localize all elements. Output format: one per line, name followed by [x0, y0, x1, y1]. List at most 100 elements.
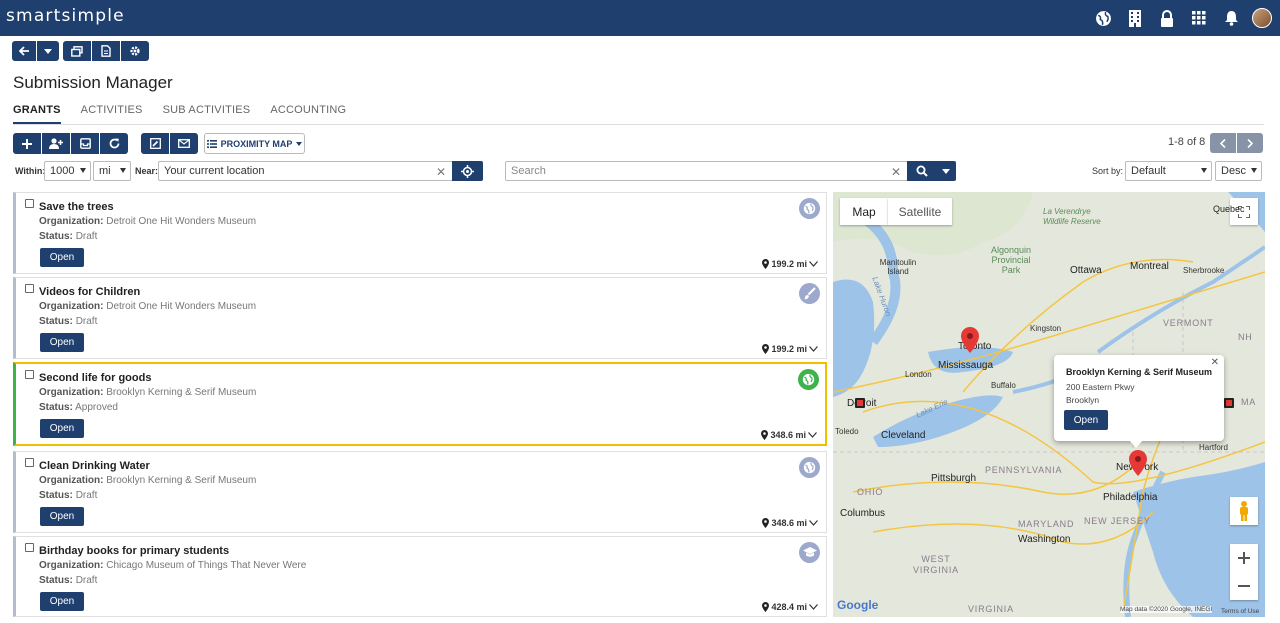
distance-value: 348.6 mi — [770, 430, 806, 440]
building-icon[interactable] — [1124, 7, 1146, 29]
search-button[interactable] — [907, 161, 936, 181]
add-button[interactable] — [13, 133, 41, 154]
record-card[interactable]: Videos for Children Organization: Detroi… — [13, 277, 827, 359]
map-terms-link[interactable]: Terms of Use — [1221, 608, 1259, 615]
history-dropdown-button[interactable] — [37, 41, 59, 61]
map-marker[interactable] — [855, 398, 865, 410]
view-selector-dropdown[interactable]: PROXIMITY MAP — [204, 133, 305, 154]
clear-search-icon[interactable]: ✕ — [891, 165, 901, 179]
email-button[interactable] — [170, 133, 198, 154]
record-card[interactable]: Clean Drinking Water Organization: Brook… — [13, 451, 827, 533]
expand-chevron-icon[interactable] — [809, 604, 818, 610]
record-organization: Organization: Detroit One Hit Wonders Mu… — [39, 301, 256, 312]
map-view-tab[interactable]: Map — [840, 198, 888, 225]
status-value: Approved — [75, 402, 118, 413]
back-button[interactable] — [12, 41, 36, 61]
expand-chevron-icon[interactable] — [809, 261, 818, 267]
record-title[interactable]: Save the trees — [39, 201, 114, 213]
map-place-label: MA — [1241, 397, 1257, 407]
sort-order-select[interactable]: Desc — [1215, 161, 1262, 181]
sort-by-select[interactable]: Default — [1125, 161, 1212, 181]
record-checkbox[interactable] — [25, 458, 34, 467]
zoom-controls — [1230, 544, 1258, 600]
record-status: Status: Draft — [39, 231, 97, 242]
app-logo[interactable]: smartsimple — [6, 6, 125, 26]
open-button[interactable]: Open — [40, 592, 84, 611]
proximity-map[interactable]: Map Satellite Quebec La Verendrye Wildli… — [833, 192, 1265, 617]
map-place-label: MARYLAND — [1018, 519, 1075, 529]
settings-button[interactable] — [121, 41, 149, 61]
record-title[interactable]: Birthday books for primary students — [39, 545, 229, 557]
zoom-out-button[interactable] — [1238, 572, 1250, 600]
record-checkbox[interactable] — [25, 370, 34, 379]
organization-value: Detroit One Hit Wonders Museum — [106, 301, 257, 312]
organization-label: Organization: — [39, 216, 104, 227]
expand-chevron-icon[interactable] — [809, 520, 818, 526]
globe-icon[interactable] — [1092, 7, 1114, 29]
lock-icon[interactable] — [1156, 7, 1178, 29]
tab-grants[interactable]: GRANTS — [13, 104, 61, 124]
bell-icon[interactable] — [1220, 7, 1242, 29]
user-avatar[interactable] — [1252, 8, 1272, 28]
record-title[interactable]: Clean Drinking Water — [39, 460, 150, 472]
globe-icon — [798, 369, 819, 390]
refresh-button[interactable] — [100, 133, 128, 154]
record-status: Status: Draft — [39, 316, 97, 327]
record-checkbox[interactable] — [25, 543, 34, 552]
document-button[interactable] — [92, 41, 120, 61]
add-user-button[interactable] — [42, 133, 70, 154]
record-card[interactable]: Birthday books for primary students Orga… — [13, 536, 827, 617]
open-button[interactable]: Open — [40, 507, 84, 526]
map-place-label: Manitoulin Island — [879, 258, 917, 276]
search-options-dropdown[interactable] — [935, 161, 956, 181]
organization-label: Organization: — [39, 387, 104, 398]
edit-button[interactable] — [141, 133, 169, 154]
tab-accounting[interactable]: ACCOUNTING — [270, 104, 346, 124]
satellite-view-tab[interactable]: Satellite — [888, 198, 952, 225]
status-value: Draft — [75, 231, 98, 242]
map-place-label: NEW JERSEY — [1084, 516, 1151, 526]
open-button[interactable]: Open — [40, 248, 84, 267]
expand-chevron-icon[interactable] — [808, 432, 817, 438]
map-marker[interactable] — [1129, 450, 1147, 476]
map-place-label: Mississauga — [938, 360, 994, 371]
popup-open-button[interactable]: Open — [1064, 410, 1108, 430]
next-page-button[interactable] — [1237, 133, 1263, 153]
search-input[interactable]: Search ✕ — [505, 161, 908, 181]
record-checkbox[interactable] — [25, 199, 34, 208]
status-label: Status: — [39, 231, 73, 242]
tab-sub-activities[interactable]: SUB ACTIVITIES — [163, 104, 251, 124]
distance-unit-select[interactable]: mi — [93, 161, 131, 181]
map-place-label: Ottawa — [1070, 265, 1102, 276]
within-distance-select[interactable]: 1000 — [44, 161, 91, 181]
clear-location-icon[interactable]: ✕ — [436, 165, 446, 179]
distance-value: 199.2 mi — [771, 259, 807, 269]
map-marker[interactable] — [961, 327, 979, 353]
plus-icon — [1238, 552, 1250, 564]
chevron-down-icon — [941, 168, 950, 174]
apps-grid-icon[interactable] — [1188, 7, 1210, 29]
map-marker[interactable] — [1224, 398, 1234, 410]
locate-me-button[interactable] — [452, 161, 483, 181]
near-location-input[interactable]: Your current location ✕ — [158, 161, 453, 181]
street-view-pegman[interactable] — [1230, 497, 1258, 525]
record-status: Status: Approved — [39, 402, 118, 413]
record-checkbox[interactable] — [25, 284, 34, 293]
archive-button[interactable] — [71, 133, 99, 154]
zoom-in-button[interactable] — [1238, 544, 1250, 572]
record-distance: 428.4 mi — [762, 602, 818, 612]
open-button[interactable]: Open — [40, 419, 84, 438]
new-window-button[interactable] — [63, 41, 91, 61]
map-place-label: VIRGINIA — [968, 604, 1014, 614]
tab-activities[interactable]: ACTIVITIES — [81, 104, 143, 124]
brush-icon — [799, 283, 820, 304]
record-card[interactable]: Save the trees Organization: Detroit One… — [13, 192, 827, 274]
expand-chevron-icon[interactable] — [809, 346, 818, 352]
previous-page-button[interactable] — [1210, 133, 1236, 153]
top-navigation-bar: smartsimple — [0, 0, 1280, 36]
record-card-selected[interactable]: Second life for goods Organization: Broo… — [13, 362, 827, 446]
record-title[interactable]: Videos for Children — [39, 286, 140, 298]
open-button[interactable]: Open — [40, 333, 84, 352]
map-place-label: WEST VIRGINIA — [913, 554, 959, 575]
record-title[interactable]: Second life for goods — [39, 372, 151, 384]
